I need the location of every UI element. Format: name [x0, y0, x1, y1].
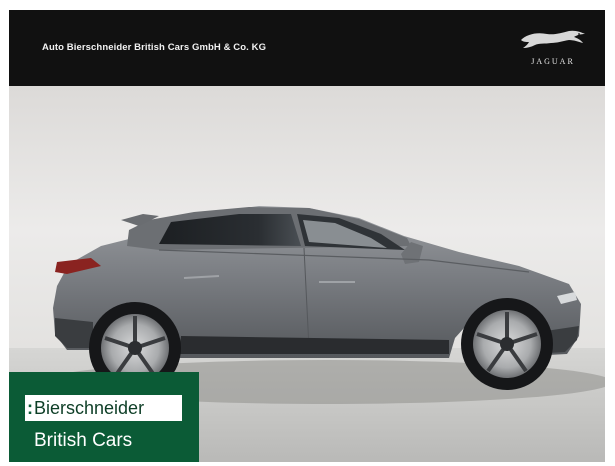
- jaguar-logo: JAGUAR: [513, 28, 593, 70]
- dealer-name: Auto Bierschneider British Cars GmbH & C…: [42, 42, 267, 53]
- dealer-badge: :Bierschneider British Cars: [9, 372, 199, 462]
- dealer-header: Auto Bierschneider British Cars GmbH & C…: [9, 10, 605, 86]
- badge-subtitle: British Cars: [34, 430, 133, 451]
- front-wheel: [461, 298, 553, 390]
- listing-photo-frame: Auto Bierschneider British Cars GmbH & C…: [9, 10, 605, 462]
- badge-wordmark: :Bierschneider: [25, 395, 182, 421]
- leaping-jaguar-icon: [521, 30, 585, 48]
- colon-mark-icon: :: [27, 398, 33, 418]
- brand-wordmark: JAGUAR: [531, 57, 575, 66]
- badge-wordmark-text: Bierschneider: [34, 398, 145, 418]
